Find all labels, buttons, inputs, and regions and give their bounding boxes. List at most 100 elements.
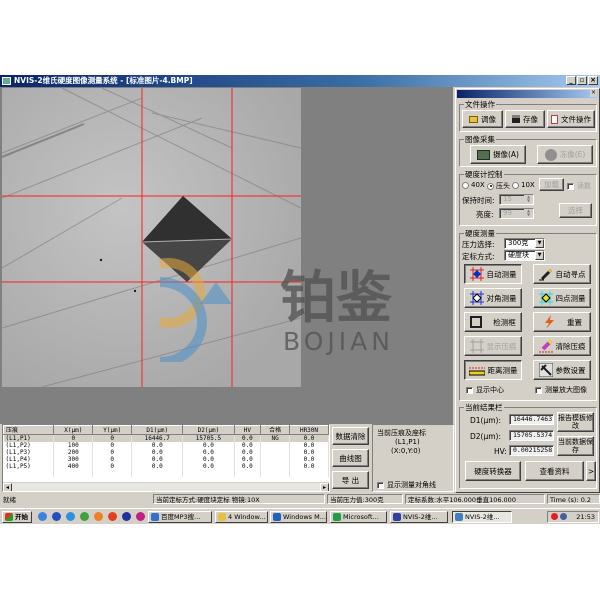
taskbar-button[interactable]: 百度MP3搜... [148, 511, 212, 523]
radio-dot[interactable] [462, 181, 469, 189]
param-settings-button[interactable]: 参数设置 [533, 360, 591, 380]
minimize-button[interactable]: _ [566, 76, 576, 85]
table-row[interactable]: (L1,P4) 300 0 0.0 0.0 0.0 0.0 [3, 456, 329, 463]
calibration-method-select[interactable]: 硬度块 ▼ [504, 250, 545, 261]
column-header[interactable]: HR30N [288, 425, 329, 435]
panel-title-bar[interactable]: × [457, 90, 598, 98]
quicklaunch-icon[interactable] [38, 512, 47, 521]
check-box-button[interactable]: 检测框 [464, 312, 522, 332]
ie-icon[interactable] [66, 512, 75, 521]
table-row[interactable]: (L1,P5) 400 0 0.0 0.0 0.0 0.0 [3, 463, 329, 470]
checkbox-box[interactable] [535, 386, 542, 394]
brightness-label: 亮度: [476, 210, 494, 219]
column-header[interactable]: Y(μm) [92, 425, 133, 435]
select-button[interactable]: 选择 [559, 203, 592, 218]
checkbox-box[interactable] [377, 481, 384, 489]
horizontal-scrollbar[interactable]: ◂ ▸ [3, 482, 329, 491]
scroll-left-button[interactable]: ◂ [3, 483, 12, 491]
firefox-icon[interactable] [94, 512, 103, 521]
table-cell: (L1,P1) [3, 434, 55, 442]
freeze-button[interactable]: 冻像(E) [537, 145, 593, 164]
save-image-button[interactable]: 存像 [505, 110, 545, 128]
clear-data-button[interactable]: 数据清除 [332, 427, 369, 445]
show-indent-button[interactable]: 显示压痕 [464, 336, 522, 356]
show-diagonal-checkbox[interactable]: 显示测量对角线 [377, 480, 436, 490]
zoom-image-checkbox[interactable]: 测量放大图像 [535, 385, 587, 395]
four-point-button[interactable]: 四点测量 [533, 288, 591, 308]
column-header[interactable]: HV [233, 425, 262, 435]
save-current-data-button[interactable]: 当前数据保存 [557, 436, 594, 456]
radio-dot[interactable] [487, 182, 494, 190]
control-panel: × 文件操作 调像 存像 文件操作 图像采集 摄像(A) 冻像(E) 硬度计控制… [455, 88, 600, 493]
media-player-icon[interactable] [52, 512, 61, 521]
export-button[interactable]: 导 出 [332, 471, 369, 489]
load-force-button[interactable]: 加载 [539, 178, 564, 191]
column-header[interactable]: D1(μm) [131, 425, 184, 435]
taskbar-button[interactable]: NVIS-2维... [452, 511, 512, 523]
square-frame-icon [470, 316, 483, 328]
results-table[interactable]: 压痕 X(μm) Y(μm) D1(μm) D2(μm) HV 合格 HR30N (L1,P1… [2, 424, 330, 492]
clear-indent-button[interactable]: 清除压痕 [533, 336, 591, 356]
taskbar-button[interactable]: NVIS-2维... [390, 511, 448, 523]
show-center-checkbox[interactable]: 显示中心 [466, 385, 504, 395]
curve-chart-button[interactable]: 曲线图 [332, 449, 369, 467]
table-cell: 0 [92, 442, 133, 449]
report-template-button[interactable]: 报告模板修改 [557, 412, 594, 432]
start-button[interactable]: 开始 [2, 511, 32, 523]
auto-find-button[interactable]: 自动寻点 [533, 264, 591, 284]
clear-indent-label: 清除压痕 [555, 341, 586, 351]
radio-dot[interactable] [512, 181, 519, 189]
brightness-spinner[interactable]: ▲ ▼ [524, 209, 533, 218]
scroll-right-button[interactable]: ▸ [320, 483, 329, 491]
quicklaunch-icon[interactable] [122, 512, 131, 521]
force-select[interactable]: 300克 ▼ [504, 238, 545, 249]
capture-button[interactable]: 摄像(A) [470, 145, 526, 164]
quicklaunch-icon[interactable] [136, 512, 145, 521]
brightness-input[interactable]: 99 ▲ ▼ [499, 208, 534, 219]
image-viewport[interactable]: 铂鉴 BOJIAN [0, 87, 453, 424]
read-checkbox[interactable]: 读数 [567, 181, 591, 191]
table-row[interactable]: (L1,P3) 200 0 0.0 0.0 0.0 0.0 [3, 449, 329, 456]
group-measurement-label: 硬度测量 [464, 228, 496, 239]
close-button[interactable]: × [588, 76, 598, 85]
table-cell [92, 470, 133, 477]
radio-10x[interactable]: 10X [512, 181, 535, 189]
column-header[interactable]: 合格 [260, 425, 290, 435]
chevron-down-icon[interactable]: ▼ [535, 251, 544, 260]
antivirus-icon[interactable] [551, 513, 558, 520]
radio-40x[interactable]: 40X [462, 181, 485, 189]
column-header[interactable]: X(μm) [53, 425, 94, 435]
taskbar-button[interactable]: Windows M... [270, 511, 327, 523]
table-cell: 0.0 [234, 442, 262, 449]
hardness-converter-button[interactable]: 硬度转换器 [465, 461, 521, 481]
network-icon[interactable] [560, 513, 567, 520]
taskbar-button[interactable]: 4 Window... [215, 511, 268, 523]
checkbox-box[interactable] [567, 182, 574, 190]
hold-time-input[interactable]: 15 ▲ ▼ [499, 194, 534, 205]
taskbar-button[interactable]: Microsoft... [330, 511, 387, 523]
checkbox-box[interactable] [466, 386, 473, 394]
file-operations-label: 文件操作 [561, 114, 591, 124]
group-results: 当前结果栏 D1(μm): 16446.7463 D2(μm): 15705.5… [459, 402, 597, 489]
restore-button[interactable]: ▫ [577, 76, 587, 85]
reset-button[interactable]: 重置 [533, 312, 591, 332]
hold-time-spinner[interactable]: ▲ ▼ [524, 195, 533, 204]
view-data-button[interactable]: 查看资料 [525, 461, 584, 481]
column-header[interactable]: 压痕 [3, 425, 55, 435]
table-cell: 0.0 [131, 449, 184, 456]
load-image-button[interactable]: 调像 [462, 110, 503, 128]
column-header[interactable]: D2(μm) [182, 425, 235, 435]
qq-music-icon[interactable] [108, 512, 117, 521]
diagonal-measure-button[interactable]: 对角测量 [464, 288, 522, 308]
panel-close-button[interactable]: × [590, 90, 597, 97]
distance-measure-button[interactable]: 距离测量 [464, 360, 522, 380]
title-bar[interactable]: NVIS-2维氏硬度图像测量系统 - [标准图片-4.BMP] _ ▫ × [0, 75, 600, 87]
more-button[interactable]: > [586, 461, 596, 481]
quicklaunch-icon[interactable] [80, 512, 89, 521]
radio-indenter[interactable]: 压头 [487, 181, 510, 191]
table-row[interactable]: (L1,P1) 0 0 16446.7 15705.5 0.0 NG 0.0 [3, 434, 329, 442]
table-row[interactable]: (L1,P2) 100 0 0.0 0.0 0.0 0.0 [3, 442, 329, 449]
auto-measure-button[interactable]: 自动测量 [464, 264, 522, 284]
file-operations-button[interactable]: 文件操作 [547, 110, 595, 128]
chevron-down-icon[interactable]: ▼ [535, 239, 544, 248]
